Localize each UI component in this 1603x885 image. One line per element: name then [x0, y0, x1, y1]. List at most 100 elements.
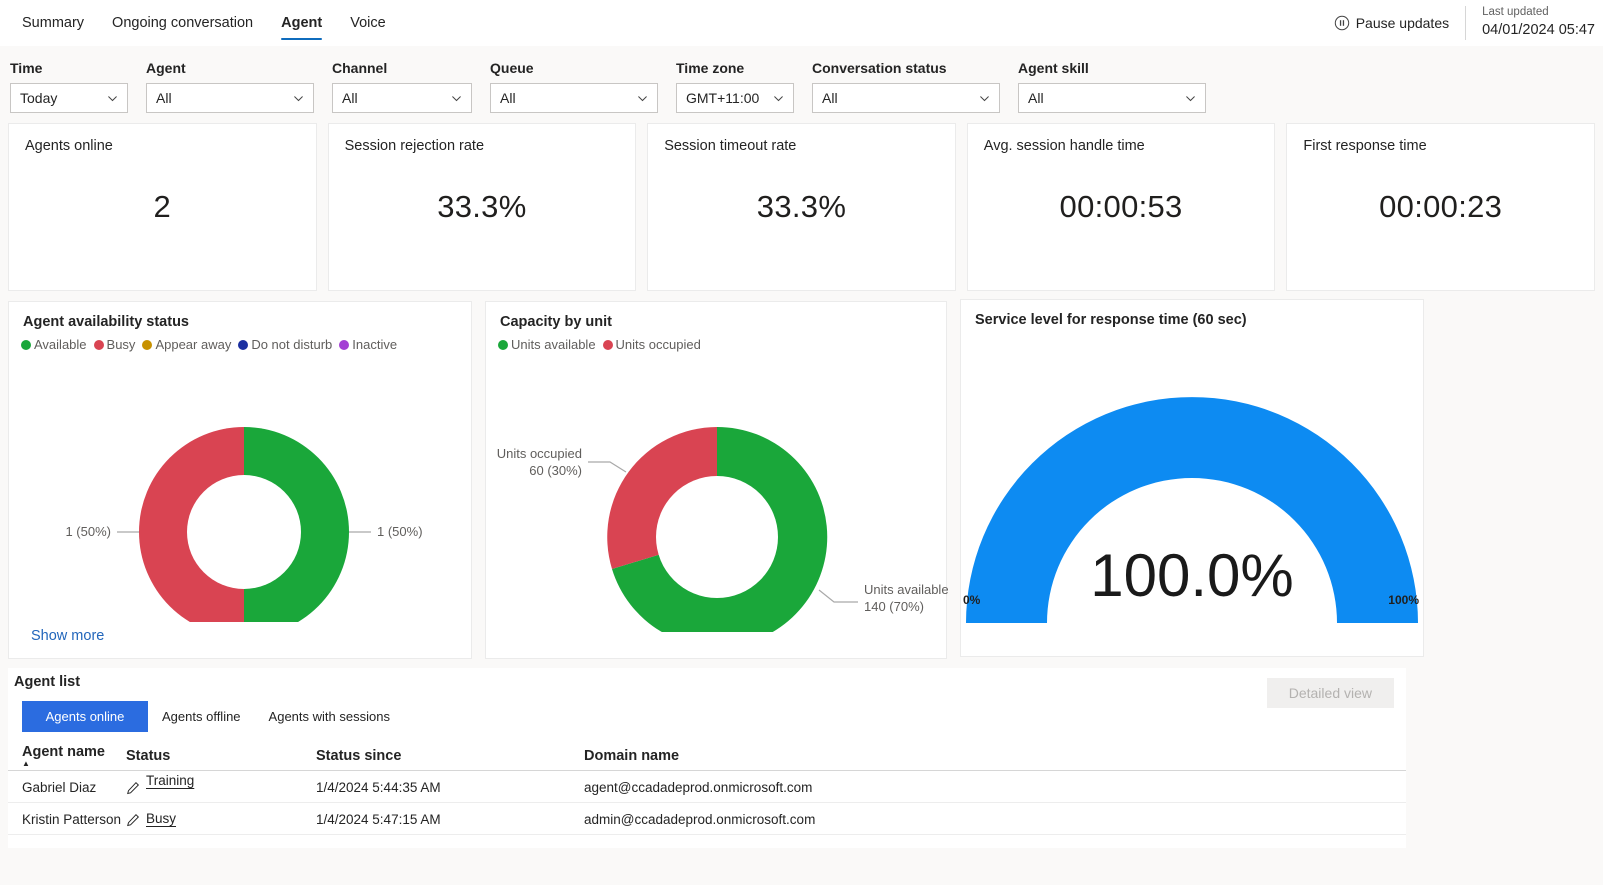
cell-agent-name: Gabriel Diaz	[8, 770, 126, 803]
legend-item-appear-away[interactable]: Appear away	[142, 337, 231, 352]
tab-summary[interactable]: Summary	[8, 0, 98, 46]
filter-agent-select[interactable]: All	[146, 83, 314, 113]
kpi-value: 00:00:53	[1059, 189, 1183, 224]
availability-legend: Available Busy Appear away Do not distur…	[9, 330, 471, 352]
kpi-card-avg-session-handle-time: Avg. session handle time 00:00:53	[966, 123, 1276, 291]
detailed-view-button[interactable]: Detailed view	[1266, 678, 1394, 708]
cell-agent-name: Kristin Patterson	[8, 802, 126, 835]
legend-dot-icon	[602, 339, 613, 350]
filter-agent-label: Agent	[146, 60, 186, 76]
legend-label: Inactive	[352, 337, 398, 352]
kpi-card-row: Agents online 2 Session rejection rate 3…	[0, 123, 1603, 291]
chevron-down-icon	[774, 95, 783, 101]
legend-item-inactive[interactable]: Inactive	[339, 337, 397, 352]
availability-donut-chart[interactable]: 1 (50%) 1 (50%)	[9, 352, 471, 637]
panel-capacity-by-unit: Capacity by unit Units available Units o…	[485, 301, 949, 659]
tab-voice[interactable]: Voice	[336, 0, 399, 46]
agent-list-tabs: Agents online Agents offline Agents with…	[8, 690, 1406, 732]
filter-time-select[interactable]: Today	[10, 83, 128, 113]
column-header-agent-name[interactable]: Agent name ▲	[8, 744, 126, 771]
column-header-domain-name[interactable]: Domain name	[584, 744, 1406, 771]
filter-time: Time Today	[10, 60, 128, 113]
legend-label: Units available	[511, 337, 596, 352]
capacity-available-label-1: Units available	[864, 582, 948, 597]
filter-queue: Queue All	[490, 60, 658, 113]
pause-updates-button[interactable]: Pause updates	[1320, 15, 1463, 31]
filter-channel-select[interactable]: All	[332, 83, 472, 113]
legend-dot-icon	[498, 339, 508, 350]
availability-label-right: 1 (50%)	[377, 524, 423, 539]
legend-dot-icon	[142, 339, 153, 350]
legend-item-available[interactable]: Available	[21, 337, 87, 352]
service-level-gauge-chart[interactable]: 100.0% 0% 100%	[961, 328, 1423, 633]
legend-dot-icon	[238, 339, 249, 350]
filter-conversation-status-value: All	[822, 90, 838, 106]
table-row[interactable]: Gabriel Diaz Training 1/4/2024 5:44:35 A…	[8, 770, 1406, 803]
edit-pencil-icon[interactable]	[126, 781, 140, 795]
column-header-status-since[interactable]: Status since	[316, 744, 584, 771]
header-divider	[1465, 6, 1467, 40]
filter-channel-label: Channel	[332, 60, 388, 76]
tab-agent[interactable]: Agent	[267, 0, 336, 46]
edit-pencil-icon[interactable]	[126, 813, 140, 827]
kpi-card-first-response-time: First response time 00:00:23	[1286, 123, 1595, 291]
kpi-value: 33.3%	[437, 189, 527, 224]
agent-list-tab-agents-offline[interactable]: Agents offline	[148, 701, 255, 732]
gauge-max-label: 100%	[1388, 593, 1419, 607]
column-header-status[interactable]: Status	[126, 744, 316, 771]
legend-item-do-not-disturb[interactable]: Do not disturb	[238, 337, 332, 352]
chevron-down-icon	[108, 95, 117, 101]
pause-updates-label: Pause updates	[1355, 15, 1450, 31]
filter-time-zone-select[interactable]: GMT+11:00	[676, 83, 794, 113]
legend-label: Busy	[106, 337, 136, 352]
capacity-donut-chart[interactable]: Units available 140 (70%) Units occupied…	[486, 352, 949, 647]
agent-list-panel: Agent list Detailed view Agents online A…	[8, 668, 1406, 848]
last-updated-value: 04/01/2024 05:47	[1482, 21, 1595, 38]
show-more-link[interactable]: Show more	[31, 628, 104, 644]
legend-item-units-occupied[interactable]: Units occupied	[602, 337, 701, 352]
legend-item-units-available[interactable]: Units available	[498, 337, 596, 352]
filter-queue-select[interactable]: All	[490, 83, 658, 113]
panel-title: Capacity by unit	[500, 314, 612, 330]
last-updated-label: Last updated	[1482, 6, 1549, 19]
legend-item-busy[interactable]: Busy	[93, 337, 136, 352]
chevron-down-icon	[294, 95, 303, 101]
top-tab-bar: Summary Ongoing conversation Agent Voice…	[0, 0, 1603, 46]
cell-status-since: 1/4/2024 5:44:35 AM	[316, 770, 584, 803]
capacity-occupied-label-1: Units occupied	[497, 446, 582, 461]
cell-status: Busy	[126, 802, 316, 835]
tab-ongoing-conversation[interactable]: Ongoing conversation	[98, 0, 267, 46]
legend-dot-icon	[93, 339, 104, 350]
filter-queue-value: All	[500, 90, 516, 106]
agent-list-tab-agents-with-sessions[interactable]: Agents with sessions	[255, 701, 404, 732]
gauge-min-label: 0%	[963, 593, 981, 607]
filter-agent-skill-value: All	[1028, 90, 1044, 106]
filter-time-label: Time	[10, 60, 43, 76]
legend-label: Do not disturb	[251, 337, 333, 352]
filter-agent-skill: Agent skill All	[1018, 60, 1206, 113]
chevron-down-icon	[452, 95, 461, 101]
filter-agent-skill-select[interactable]: All	[1018, 83, 1206, 113]
header-right-cluster: Pause updates Last updated 04/01/2024 05…	[1320, 0, 1603, 46]
agent-list-tab-agents-online[interactable]: Agents online	[22, 701, 148, 732]
cell-domain-name: admin@ccadadeprod.onmicrosoft.com	[584, 802, 1406, 835]
panel-service-level-gauge: Service level for response time (60 sec)…	[960, 299, 1424, 657]
table-header-row: Agent name ▲ Status Status since Domain …	[8, 744, 1406, 771]
kpi-card-session-rejection-rate: Session rejection rate 33.3%	[327, 123, 637, 291]
kpi-card-session-timeout-rate: Session timeout rate 33.3%	[647, 123, 956, 291]
filter-conversation-status-select[interactable]: All	[812, 83, 1000, 113]
filter-time-zone-label: Time zone	[676, 60, 745, 76]
kpi-value: 00:00:23	[1379, 189, 1503, 224]
status-value-link[interactable]: Training	[146, 773, 194, 788]
status-value-link[interactable]: Busy	[146, 811, 176, 826]
capacity-available-label-2: 140 (70%)	[864, 599, 924, 614]
filter-time-zone: Time zone GMT+11:00	[676, 60, 794, 113]
availability-label-left: 1 (50%)	[65, 524, 111, 539]
filter-time-value: Today	[20, 90, 58, 106]
table-row[interactable]: Kristin Patterson Busy 1/4/2024 5:47:15 …	[8, 802, 1406, 835]
filter-conversation-status: Conversation status All	[812, 60, 1000, 113]
chevron-down-icon	[980, 95, 989, 101]
panel-title: Service level for response time (60 sec)	[975, 312, 1247, 328]
column-header-label: Agent name	[22, 744, 105, 760]
gauge-scale: 0% 100%	[961, 593, 1423, 607]
